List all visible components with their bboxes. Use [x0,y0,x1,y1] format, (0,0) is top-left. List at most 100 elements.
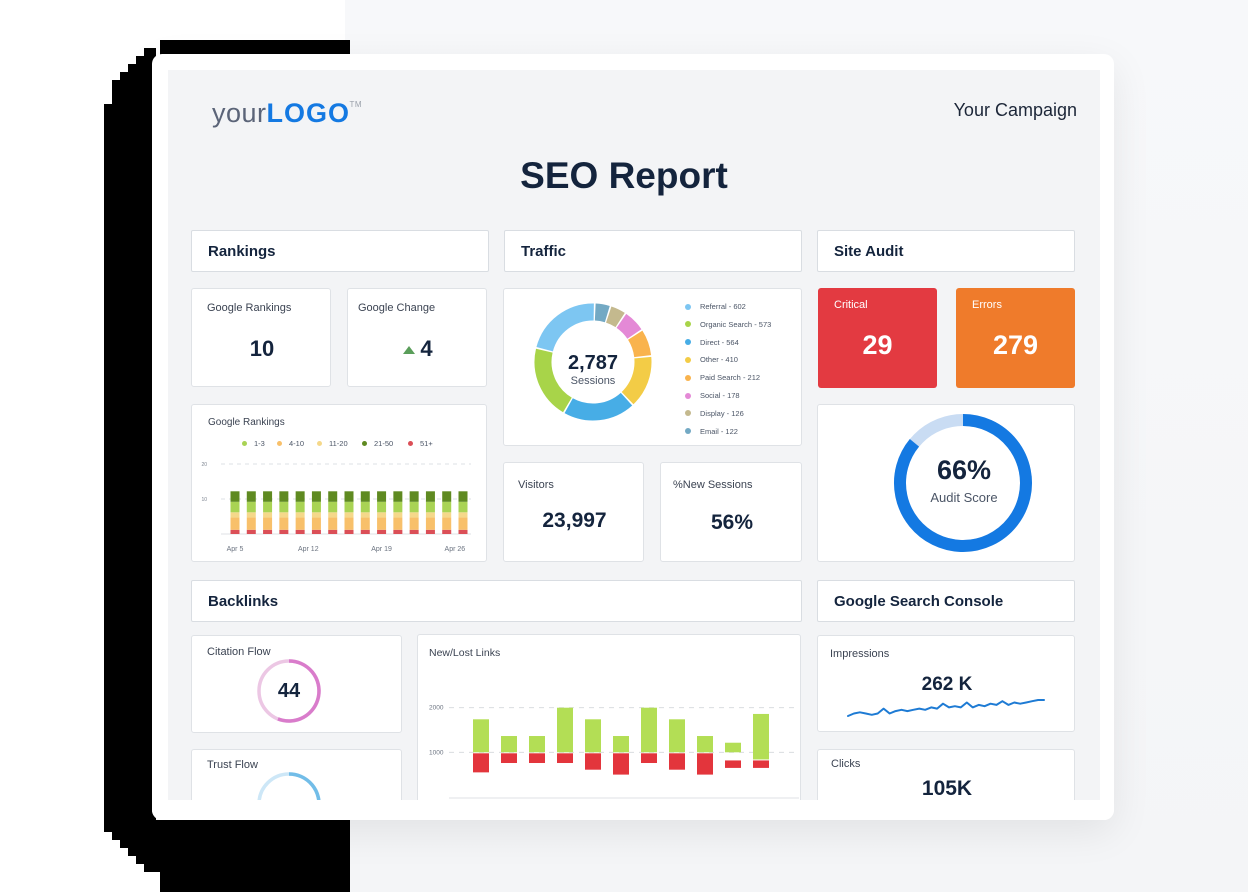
bar-new-links [585,719,601,753]
legend-item: Referral - 602 [685,302,746,311]
logo-trademark: TM [349,100,363,109]
logo-prefix: your [212,98,267,128]
bar-segment-11-20 [409,512,419,518]
kpi-label: Visitors [518,479,554,491]
bar-new-links [529,736,545,753]
shadow-artifact [144,48,156,56]
legend-item: Display - 126 [685,409,744,418]
kpi-label: Citation Flow [207,646,271,658]
bar-segment-4-10 [295,517,305,530]
sessions-value: 2,787 [567,352,619,374]
legend-label: Referral - 602 [700,302,746,311]
bar-lost-links [753,760,769,768]
section-title: Traffic [521,242,567,260]
legend-label: Display - 126 [700,408,744,418]
bar-new-links [753,713,769,760]
bar-segment-4-10 [246,517,256,530]
shadow-artifact [160,870,350,892]
legend-item: Organic Search - 573 [685,320,771,329]
legend-label: Email - 122 [700,426,738,436]
bar-segment-51plus [344,529,354,534]
bar-segment-11-20 [360,512,370,518]
bar-lost-links [557,753,573,764]
kpi-value: 4 [420,336,433,361]
bar-segment-21-50 [279,491,289,502]
kpi-value: 10 [249,336,275,361]
kpi-label: Google Change [358,302,436,314]
bar-segment-1-3 [425,501,435,513]
shadow-artifact [120,72,156,80]
section-header-site-audit: Site Audit [817,230,1075,272]
bar-new-links [473,719,489,753]
bar-segment-21-50 [442,491,452,502]
new-lost-links-chart: 1000 2000 [429,705,799,799]
donut-slice-email [594,303,610,323]
legend-item: Direct - 564 [685,338,739,347]
tile-label: Critical [834,299,868,311]
bar-new-links [501,736,517,753]
bar-lost-links [501,753,517,764]
bar-segment-51plus [328,529,338,534]
bar-segment-4-10 [279,517,289,530]
donut-slice-social [616,313,642,340]
bar-segment-4-10 [360,517,370,530]
logo-brand: LOGO [266,98,351,128]
bar-lost-links [641,753,657,764]
legend-dot-icon [685,303,691,310]
bar-segment-51plus [263,529,273,534]
kpi-value: 105K [921,777,973,800]
critical-tile: Critical 29 [818,288,937,388]
bar-segment-51plus [442,529,452,534]
bar-lost-links [473,753,489,773]
audit-score-label: Audit Score [930,490,998,505]
bar-segment-21-50 [295,491,305,502]
bar-segment-51plus [458,529,468,534]
y-tick-label: 10 [201,497,207,503]
bar-new-links [697,736,713,753]
legend-item: Other - 410 [685,355,738,364]
bar-segment-1-3 [393,501,403,513]
legend-dot-icon [685,392,691,399]
bar-segment-1-3 [409,501,419,513]
section-title: Google Search Console [834,592,1004,610]
bar-segment-1-3 [442,501,452,513]
bar-lost-links [585,753,601,770]
bar-segment-51plus [409,529,419,534]
legend-dot-icon [685,374,691,381]
bar-segment-11-20 [458,512,468,518]
rankings-chart: 10 20 Apr 5 Apr 12 Apr 19 Apr 26 [201,462,471,553]
bar-segment-11-20 [328,512,338,518]
legend-dot-icon [685,428,691,435]
legend-label: Other - 410 [700,355,738,365]
bar-lost-links [697,753,713,775]
bar-segment-51plus [246,529,256,534]
google-rankings-card: Google Rankings 10 [191,288,331,387]
tile-value: 279 [992,330,1039,360]
bar-segment-4-10 [328,517,338,530]
kpi-value: 23,997 [542,509,607,532]
bar-lost-links [669,753,685,770]
bar-new-links [613,736,629,753]
audit-score-value: 66% [936,455,992,485]
page-title: SEO Report [520,155,728,196]
legend-label: Social - 178 [700,391,740,400]
bar-new-links [669,719,685,753]
bar-segment-11-20 [344,512,354,518]
bar-segment-11-20 [425,512,435,518]
x-tick-label: Apr 19 [371,546,392,553]
kpi-label: Clicks [831,758,861,770]
section-header-backlinks: Backlinks [191,580,802,622]
bar-segment-11-20 [442,512,452,518]
bar-segment-1-3 [230,501,240,513]
section-title: Site Audit [834,242,904,260]
kpi-label: Trust Flow [207,759,258,771]
section-title: Backlinks [208,592,279,610]
bar-segment-11-20 [279,512,289,518]
legend-dot-icon [685,356,691,363]
bar-segment-51plus [377,529,387,534]
kpi-label: Google Rankings [207,302,292,314]
bar-segment-1-3 [295,501,305,513]
donut-slice-referral [536,303,595,352]
x-tick-label: Apr 26 [445,546,466,553]
kpi-value: 56% [710,511,754,534]
